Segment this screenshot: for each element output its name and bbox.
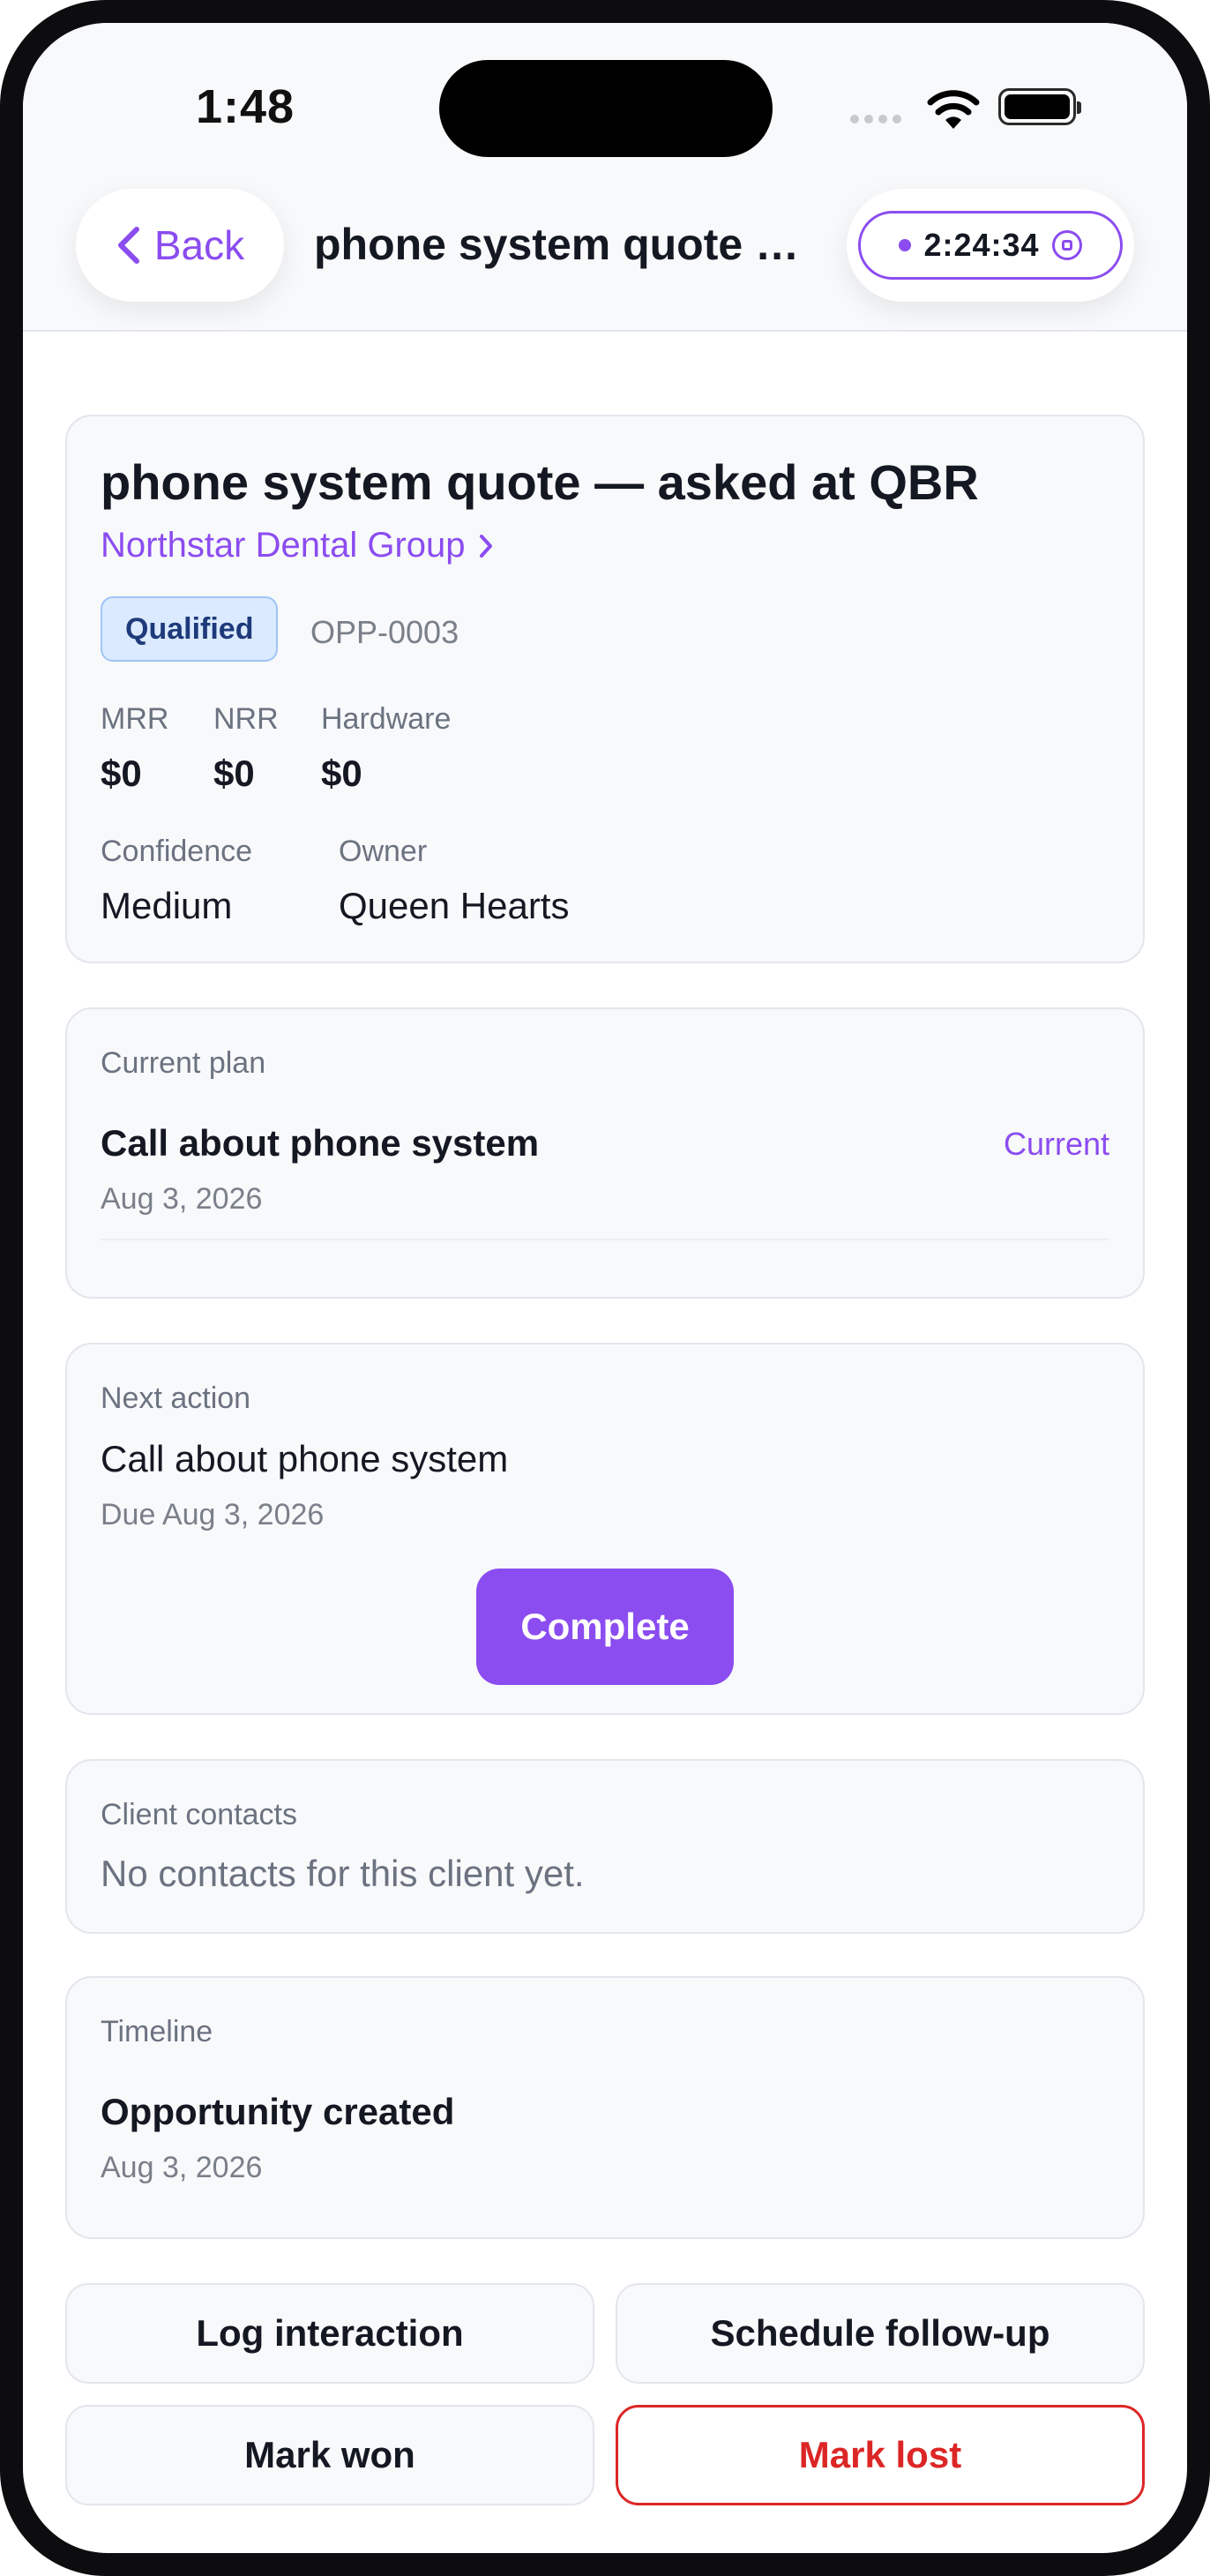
- opportunity-title: phone system quote — asked at QBR: [101, 454, 979, 510]
- device-frame: 1:48 Back phone system quote — asked at …: [0, 0, 1210, 2576]
- metric-nrr: NRR $0: [213, 702, 279, 795]
- next-action-title: Call about phone system: [101, 1438, 509, 1479]
- metric-hardware: Hardware $0: [321, 702, 451, 795]
- plan-title[interactable]: Call about phone system: [101, 1122, 539, 1164]
- client-link[interactable]: Northstar Dental Group: [101, 526, 494, 565]
- chevron-left-icon: [117, 227, 139, 264]
- schedule-follow-up-button[interactable]: Schedule follow-up: [616, 2283, 1145, 2384]
- confidence-label: Confidence: [101, 835, 253, 868]
- back-button[interactable]: Back: [76, 189, 284, 302]
- next-action-card: Next action Call about phone system Due …: [65, 1343, 1145, 1715]
- stop-icon[interactable]: [1051, 230, 1082, 260]
- client-name: Northstar Dental Group: [101, 526, 466, 565]
- opportunity-summary-card: phone system quote — asked at QBR Norths…: [65, 415, 1145, 963]
- wifi-icon: [927, 90, 980, 129]
- session-timer[interactable]: 2:24:34: [858, 211, 1123, 280]
- opportunity-id: OPP-0003: [310, 614, 459, 650]
- timeline-card: Timeline Opportunity created Aug 3, 2026: [65, 1976, 1145, 2239]
- timer-value: 2:24:34: [923, 227, 1040, 263]
- timeline-event: Opportunity created: [101, 2091, 455, 2132]
- section-label: Current plan: [101, 1046, 266, 1080]
- owner-value: Queen Hearts: [339, 885, 570, 926]
- mark-lost-button[interactable]: Mark lost: [616, 2405, 1145, 2505]
- header-title: phone system quote — asked at QBR: [314, 220, 808, 269]
- timer-container: 2:24:34: [847, 189, 1134, 302]
- chevron-right-icon: [479, 534, 492, 558]
- section-label: Client contacts: [101, 1798, 297, 1831]
- metric-mrr: MRR $0: [101, 702, 168, 795]
- app-screen: 1:48 Back phone system quote — asked at …: [23, 23, 1187, 2553]
- dynamic-island: [439, 60, 773, 157]
- battery-icon: [998, 88, 1081, 125]
- top-bar: 1:48 Back phone system quote — asked at …: [23, 23, 1187, 332]
- plan-date: Aug 3, 2026: [101, 1182, 263, 1216]
- empty-contacts-message: No contacts for this client yet.: [101, 1853, 585, 1894]
- current-plan-card: Current plan Call about phone system Cur…: [65, 1007, 1145, 1299]
- metric-value: $0: [213, 753, 255, 794]
- confidence-value: Medium: [101, 885, 233, 926]
- owner-label: Owner: [339, 835, 428, 868]
- status-badge: Qualified: [101, 596, 279, 662]
- metric-value: $0: [101, 753, 142, 794]
- section-label: Timeline: [101, 2015, 213, 2048]
- metric-value: $0: [321, 753, 362, 794]
- owner-field: Owner Queen Hearts: [339, 835, 569, 927]
- complete-button[interactable]: Complete: [476, 1569, 734, 1685]
- client-contacts-card: Client contacts No contacts for this cli…: [65, 1759, 1145, 1934]
- back-label: Back: [153, 222, 245, 268]
- next-action-due: Due Aug 3, 2026: [101, 1498, 325, 1531]
- section-label: Next action: [101, 1382, 251, 1415]
- status-time: 1:48: [196, 80, 295, 133]
- divider: [101, 1239, 1109, 1240]
- metric-label: NRR: [213, 702, 279, 736]
- confidence-field: Confidence Medium: [101, 835, 252, 927]
- recording-dot-icon: [899, 239, 912, 251]
- timeline-date: Aug 3, 2026: [101, 2151, 263, 2184]
- mark-won-button[interactable]: Mark won: [65, 2405, 594, 2505]
- current-tag: Current: [1003, 1126, 1109, 1162]
- metric-label: Hardware: [321, 702, 452, 736]
- metric-label: MRR: [101, 702, 169, 736]
- cellular-signal-icon: [850, 115, 901, 124]
- log-interaction-button[interactable]: Log interaction: [65, 2283, 594, 2384]
